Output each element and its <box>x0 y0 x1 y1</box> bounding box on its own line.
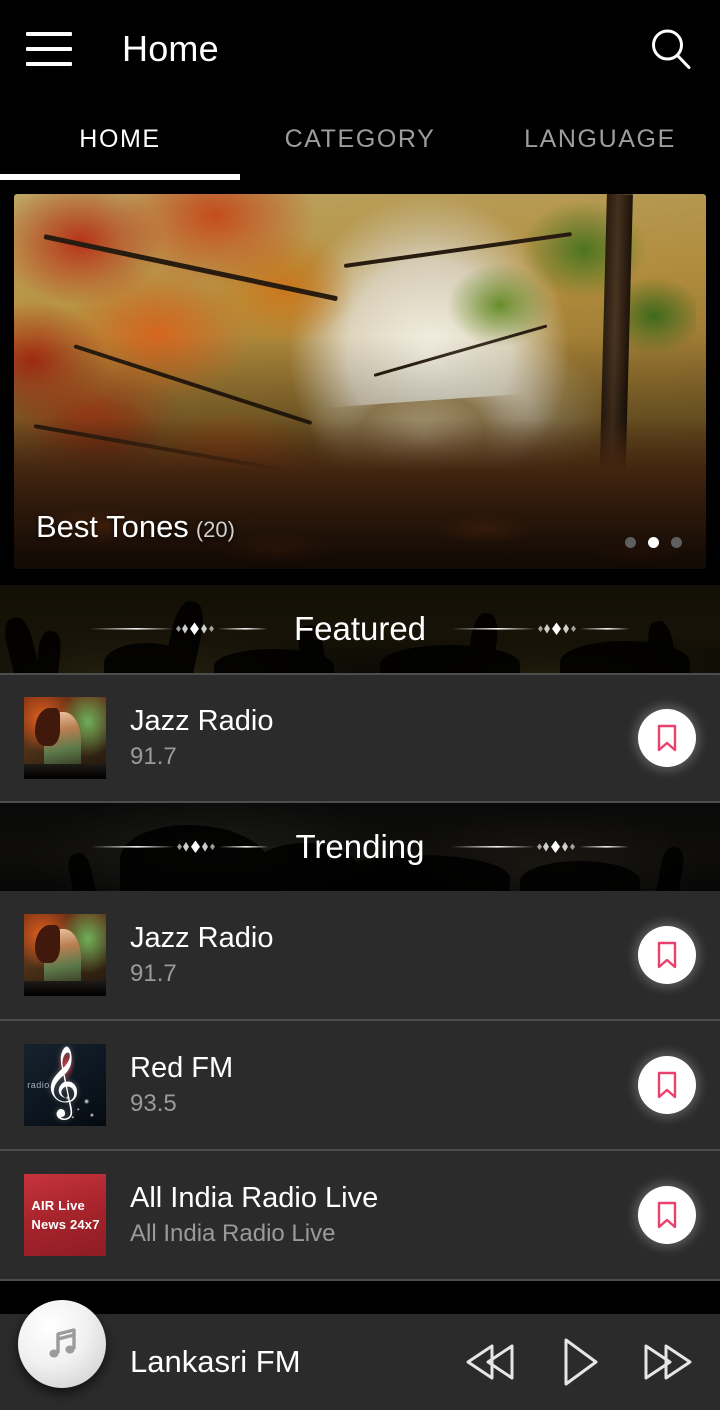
hero-slide[interactable]: Best Tones (20) <box>14 194 706 569</box>
ornament-divider-right <box>452 622 631 635</box>
station-frequency: 93.5 <box>130 1090 177 1118</box>
station-info: Red FM 93.5 <box>130 1052 638 1118</box>
thumbnail-text-line2: News 24x7 <box>31 1216 100 1232</box>
table-row[interactable]: AIR Live News 24x7 All India Radio Live … <box>0 1151 720 1281</box>
hamburger-bar <box>26 32 72 36</box>
search-icon[interactable] <box>648 26 694 72</box>
section-header-featured: Featured <box>0 585 720 673</box>
hamburger-bar <box>26 47 72 51</box>
bookmark-button[interactable] <box>638 1186 696 1244</box>
page-title: Home <box>122 28 219 69</box>
table-row[interactable]: Jazz Radio 91.7 <box>0 891 720 1021</box>
music-note-icon <box>49 1328 76 1358</box>
now-playing-title: Lankasri FM <box>130 1344 301 1379</box>
bookmark-icon <box>657 1201 677 1229</box>
thumbnail-text: radio <box>27 1080 50 1091</box>
station-info: Jazz Radio 91.7 <box>130 922 638 988</box>
thumbnail-text-line1: AIR Live <box>31 1197 85 1213</box>
station-name: All India Radio Live <box>130 1181 379 1214</box>
station-thumbnail: 𝄞 radio <box>24 1044 106 1126</box>
station-frequency: 91.7 <box>130 743 177 771</box>
station-thumbnail <box>24 697 106 779</box>
carousel-dots <box>625 537 682 548</box>
hamburger-menu-icon[interactable] <box>26 32 72 66</box>
fast-forward-icon[interactable] <box>638 1339 696 1385</box>
now-playing-artwork-button[interactable] <box>18 1300 106 1388</box>
rewind-icon[interactable] <box>462 1339 520 1385</box>
tab-language[interactable]: LANGUAGE <box>480 98 720 180</box>
ornament-divider-left <box>91 840 270 853</box>
tab-category[interactable]: CATEGORY <box>240 98 480 180</box>
active-tab-indicator <box>0 174 240 180</box>
carousel-dot-active[interactable] <box>648 537 659 548</box>
hero-title: Best Tones <box>36 509 189 544</box>
carousel-dot[interactable] <box>625 537 636 548</box>
bookmark-button[interactable] <box>638 709 696 767</box>
app-screen: Home HOME CATEGORY LANGUAGE Best Tones (… <box>0 0 720 1410</box>
play-icon[interactable] <box>556 1335 602 1389</box>
station-name: Red FM <box>130 1051 234 1084</box>
ornament-divider-right <box>450 840 629 853</box>
table-row[interactable]: 𝄞 radio Red FM 93.5 <box>0 1021 720 1151</box>
station-subtitle: All India Radio Live <box>130 1220 336 1248</box>
hero-caption: Best Tones (20) <box>36 509 235 545</box>
ornament-divider-left <box>89 622 268 635</box>
station-thumbnail <box>24 914 106 996</box>
table-row[interactable]: Jazz Radio 91.7 <box>0 673 720 803</box>
carousel-dot[interactable] <box>671 537 682 548</box>
hero-count: (20) <box>195 517 235 542</box>
station-info: Jazz Radio 91.7 <box>130 705 638 771</box>
tab-bar: HOME CATEGORY LANGUAGE <box>0 98 720 180</box>
player-controls <box>462 1335 696 1389</box>
tab-home[interactable]: HOME <box>0 98 240 180</box>
now-playing-bar[interactable]: Lankasri FM <box>0 1314 720 1410</box>
section-header-trending: Trending <box>0 803 720 891</box>
station-thumbnail: AIR Live News 24x7 <box>24 1174 106 1256</box>
app-bar: Home <box>0 0 720 98</box>
bookmark-icon <box>657 941 677 969</box>
station-frequency: 91.7 <box>130 960 177 988</box>
station-name: Jazz Radio <box>130 921 274 954</box>
bookmark-button[interactable] <box>638 926 696 984</box>
section-title-trending: Trending <box>295 828 425 865</box>
station-info: All India Radio Live All India Radio Liv… <box>130 1182 638 1248</box>
hero-carousel[interactable]: Best Tones (20) <box>0 180 720 585</box>
bookmark-icon <box>657 724 677 752</box>
hamburger-bar <box>26 62 72 66</box>
bookmark-icon <box>657 1071 677 1099</box>
section-title-featured: Featured <box>293 610 427 647</box>
bookmark-button[interactable] <box>638 1056 696 1114</box>
station-name: Jazz Radio <box>130 704 274 737</box>
